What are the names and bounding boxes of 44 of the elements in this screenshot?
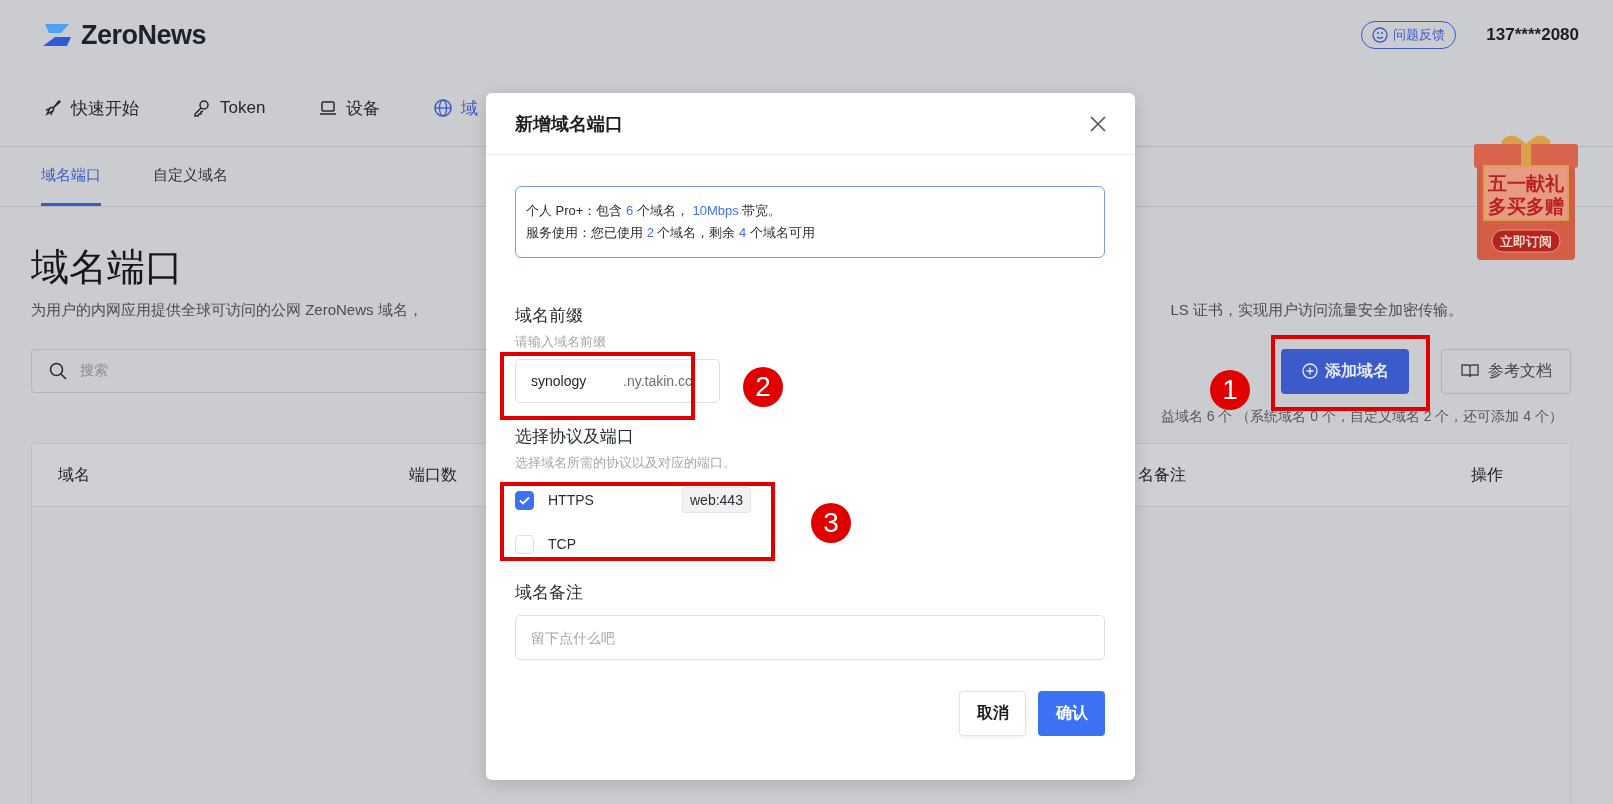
docs-button[interactable]: 参考文档 — [1441, 348, 1571, 394]
globe-icon — [433, 98, 454, 118]
book-icon — [1460, 363, 1480, 379]
page-title: 域名端口 — [31, 245, 184, 289]
confirm-button[interactable]: 确认 — [1038, 691, 1105, 736]
dialog-title: 新增域名端口 — [515, 112, 623, 136]
tab[interactable]: 域名端口 — [41, 147, 101, 206]
user-phone[interactable]: 137****2080 — [1486, 25, 1579, 45]
note-field[interactable]: 留下点什么吧 — [515, 615, 1105, 660]
plan-info-text: 服务使用：您已使用 2 个域名，剩余 4 个域名可用 — [526, 224, 816, 242]
column-header: 域名 — [58, 464, 90, 485]
close-icon[interactable] — [1089, 114, 1107, 133]
plan-info-text: 个人 Pro+：包含 6 个域名， 10Mbps 带宽。 — [526, 202, 783, 220]
column-header: 端口数 — [409, 464, 457, 485]
field-hint: 选择域名所需的协议以及对应的端口。 — [515, 454, 737, 472]
page-description: 为用户的内网应用提供全球可访问的公网 ZeroNews 域名， — [31, 301, 423, 320]
logo-text: ZeroNews — [81, 19, 207, 51]
protocol-label: TCP — [548, 536, 577, 552]
field-label: 域名前缀 — [515, 305, 584, 327]
search-icon — [48, 361, 68, 381]
column-header: 操作 — [1471, 464, 1503, 485]
cancel-button[interactable]: 取消 — [959, 691, 1026, 736]
protocol-label: HTTPS — [548, 492, 595, 508]
rocket-icon — [43, 98, 63, 118]
column-header: 名备注 — [1138, 464, 1186, 485]
laptop-icon — [318, 98, 339, 118]
step-number: 1 — [1210, 370, 1250, 410]
field-hint: 请输入域名前缀 — [515, 333, 607, 351]
tab[interactable]: 自定义域名 — [153, 147, 228, 206]
field-label: 选择协议及端口 — [515, 426, 635, 448]
field-label: 域名备注 — [515, 582, 584, 604]
checkbox[interactable] — [515, 490, 534, 510]
add-domain-button[interactable]: 添加域名 — [1281, 348, 1409, 394]
page-description: LS 证书，实现用户访问流量安全加密传输。 — [1170, 301, 1463, 320]
check-icon — [519, 495, 530, 505]
nav-item[interactable]: 快速开始 — [43, 96, 139, 120]
nav-item[interactable]: Token — [192, 98, 266, 118]
port-tag: web:443 — [682, 487, 751, 513]
domain-prefix-field[interactable]: synology .ny.takin.cc — [515, 359, 720, 403]
nav-item[interactable]: 域 — [433, 96, 479, 120]
key-icon — [192, 98, 212, 118]
nav-item[interactable]: 设备 — [318, 96, 381, 120]
smiley-icon — [1372, 27, 1389, 43]
plus-circle-icon — [1301, 363, 1318, 379]
